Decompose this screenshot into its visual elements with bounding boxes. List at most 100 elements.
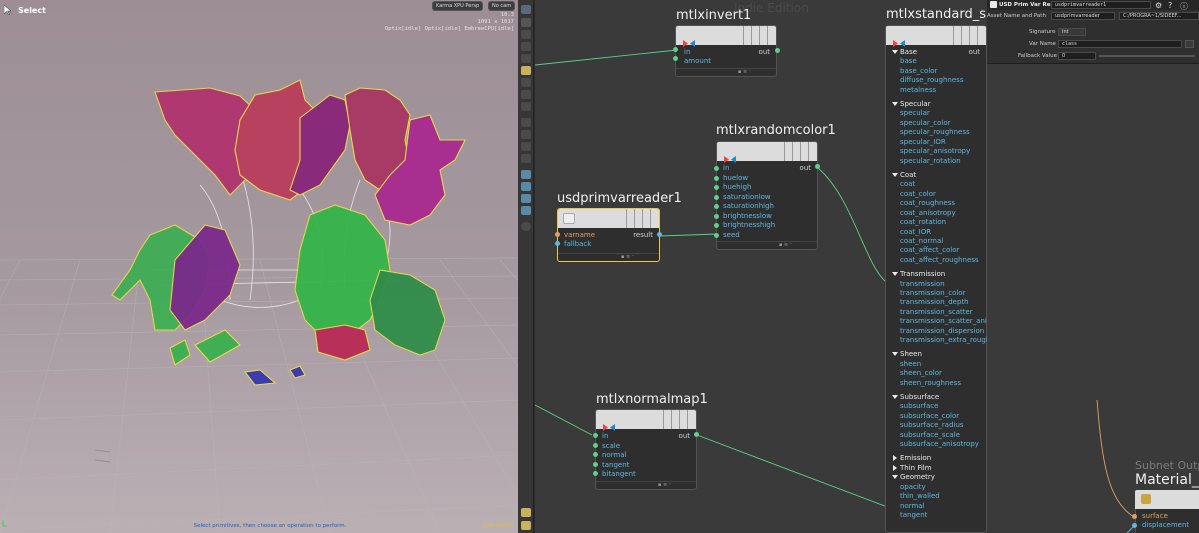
port-metalness[interactable]: metalness (900, 86, 936, 95)
port-coat-ior[interactable]: coat_IOR (900, 228, 931, 237)
flag-icon[interactable] (521, 154, 531, 163)
network-editor[interactable]: Indie Edition mtlxinvert1 in amount out … (535, 0, 987, 533)
port-subsurface-scale[interactable]: subsurface_scale (900, 431, 960, 440)
camera-menu[interactable]: No cam (488, 1, 516, 11)
lock-icon[interactable] (521, 30, 531, 39)
port-out[interactable]: out (969, 48, 980, 56)
port-seed[interactable]: seed (723, 231, 740, 240)
group-base[interactable]: Base (891, 48, 917, 56)
port-coat[interactable]: coat (900, 180, 915, 189)
camera-icon[interactable] (521, 78, 531, 87)
port-normal[interactable]: normal (602, 451, 627, 460)
node-usdprimvarreader[interactable]: varname fallback result ▪ ≡ ⁻ (557, 208, 660, 262)
brush-icon[interactable] (521, 118, 531, 127)
asset-path-field[interactable]: C:/PROGRA~1/SIDEEF... (1119, 12, 1199, 20)
transform-icon[interactable] (521, 18, 531, 27)
group-emission[interactable]: Emission (892, 454, 931, 462)
port-surface[interactable]: surface (1142, 512, 1168, 521)
wand-icon[interactable] (521, 130, 531, 139)
points-icon[interactable] (521, 206, 531, 215)
port-subsurface-radius[interactable]: subsurface_radius (900, 421, 964, 430)
port-transmission[interactable]: transmission (900, 280, 945, 289)
port-out[interactable]: out (679, 432, 690, 440)
fallback-field[interactable]: 0 (1058, 52, 1096, 60)
group-specular[interactable]: Specular (892, 100, 931, 108)
pin-icon[interactable] (521, 90, 531, 99)
port-brightnesshigh[interactable]: brightnesshigh (723, 221, 775, 230)
gear-icon[interactable]: ⚙ (1155, 1, 1162, 10)
select-mode-icon[interactable] (521, 5, 531, 14)
node-mtlxstandard-surface[interactable]: out Base base base_color diffuse_roughness m… (885, 25, 987, 533)
port-tangent[interactable]: tangent (602, 461, 629, 470)
node-mtlxnormalmap[interactable]: in scale normal tangent bitangent out ▪ … (595, 409, 697, 490)
display-icon[interactable] (521, 102, 531, 111)
fallback-slider[interactable] (1099, 55, 1195, 57)
render-icon[interactable] (521, 142, 531, 151)
port-base[interactable]: base (900, 57, 917, 66)
shading-icon[interactable] (521, 194, 531, 203)
toggle-icon[interactable] (521, 508, 531, 517)
signature-dropdown[interactable]: Int (1058, 28, 1086, 36)
subnet-output-node[interactable] (1135, 490, 1199, 509)
grid-icon[interactable] (521, 182, 531, 191)
asset-name-field[interactable]: usdprimvarreader (1051, 12, 1115, 20)
port-specular[interactable]: specular (900, 109, 930, 118)
port-scale[interactable]: scale (602, 442, 620, 451)
port-in[interactable]: in (684, 48, 690, 57)
port-brightnesslow[interactable]: brightnesslow (723, 212, 772, 221)
port-tangent[interactable]: tangent (900, 511, 927, 520)
port-result[interactable]: result (633, 231, 653, 239)
port-specular-ior[interactable]: specular_IOR (900, 138, 946, 147)
port-coat-anisotropy[interactable]: coat_anisotropy (900, 209, 956, 218)
light-icon[interactable] (521, 66, 531, 75)
port-sheen-roughness[interactable]: sheen_roughness (900, 379, 961, 388)
port-coat-normal[interactable]: coat_normal (900, 237, 943, 246)
port-bitangent[interactable]: bitangent (602, 470, 636, 479)
port-out[interactable]: out (759, 48, 770, 56)
layout-icon[interactable] (521, 521, 531, 530)
port-amount[interactable]: amount (684, 57, 711, 66)
port-transmission-scatter-anis[interactable]: transmission_scatter_anis... (900, 317, 987, 326)
port-sheen-color[interactable]: sheen_color (900, 369, 942, 378)
handle-icon[interactable] (521, 170, 531, 179)
port-coat-rotation[interactable]: coat_rotation (900, 218, 946, 227)
network-editor-right[interactable]: Subnet Outp Material_O surface displacem… (987, 0, 1199, 533)
group-coat[interactable]: Coat (891, 171, 916, 179)
port-subsurface-color[interactable]: subsurface_color (900, 412, 959, 421)
port-diffuse-roughness[interactable]: diffuse_roughness (900, 76, 963, 85)
port-fallback[interactable]: fallback (564, 240, 591, 249)
port-transmission-scatter[interactable]: transmission_scatter (900, 308, 973, 317)
group-sheen[interactable]: Sheen (892, 350, 922, 358)
port-specular-color[interactable]: specular_color (900, 119, 951, 128)
port-transmission-extra-rough[interactable]: transmission_extra_rough... (900, 336, 987, 345)
group-geometry[interactable]: Geometry (892, 473, 935, 481)
port-in[interactable]: in (602, 432, 608, 441)
port-opacity[interactable]: opacity (900, 483, 926, 492)
port-base-color[interactable]: base_color (900, 67, 937, 76)
port-thin-walled[interactable]: thin_walled (900, 492, 940, 501)
port-huelow[interactable]: huelow (723, 174, 748, 183)
port-coat-color[interactable]: coat_color (900, 190, 936, 199)
port-specular-roughness[interactable]: specular_roughness (900, 128, 970, 137)
port-transmission-dispersion[interactable]: transmission_dispersion (900, 327, 984, 336)
info-icon[interactable]: ⓘ (1180, 1, 1188, 12)
group-subsurface[interactable]: Subsurface (891, 393, 939, 401)
group-transmission[interactable]: Transmission (891, 270, 945, 278)
port-saturationlow[interactable]: saturationlow (723, 193, 771, 202)
port-saturationhigh[interactable]: saturationhigh (723, 202, 774, 211)
view-icon[interactable] (521, 54, 531, 63)
port-specular-anisotropy[interactable]: specular_anisotropy (900, 147, 970, 156)
port-subsurface-anisotropy[interactable]: subsurface_anisotropy (900, 440, 979, 449)
port-huehigh[interactable]: huehigh (723, 183, 751, 192)
port-coat-affect-color[interactable]: coat_affect_color (900, 246, 959, 255)
record-icon[interactable] (521, 222, 531, 231)
port-transmission-depth[interactable]: transmission_depth (900, 298, 969, 307)
port-varname[interactable]: varname (564, 231, 595, 240)
port-out[interactable]: out (800, 164, 811, 172)
help-icon[interactable]: ? (1168, 1, 1172, 10)
renderer-menu[interactable]: Karma XPU Persp (432, 1, 484, 11)
port-coat-roughness[interactable]: coat_roughness (900, 199, 955, 208)
port-normal[interactable]: normal (900, 502, 925, 511)
snap-icon[interactable] (521, 42, 531, 51)
viewport-3d[interactable]: Select Karma XPU Persp No cam 10.3 1091 … (0, 0, 518, 533)
